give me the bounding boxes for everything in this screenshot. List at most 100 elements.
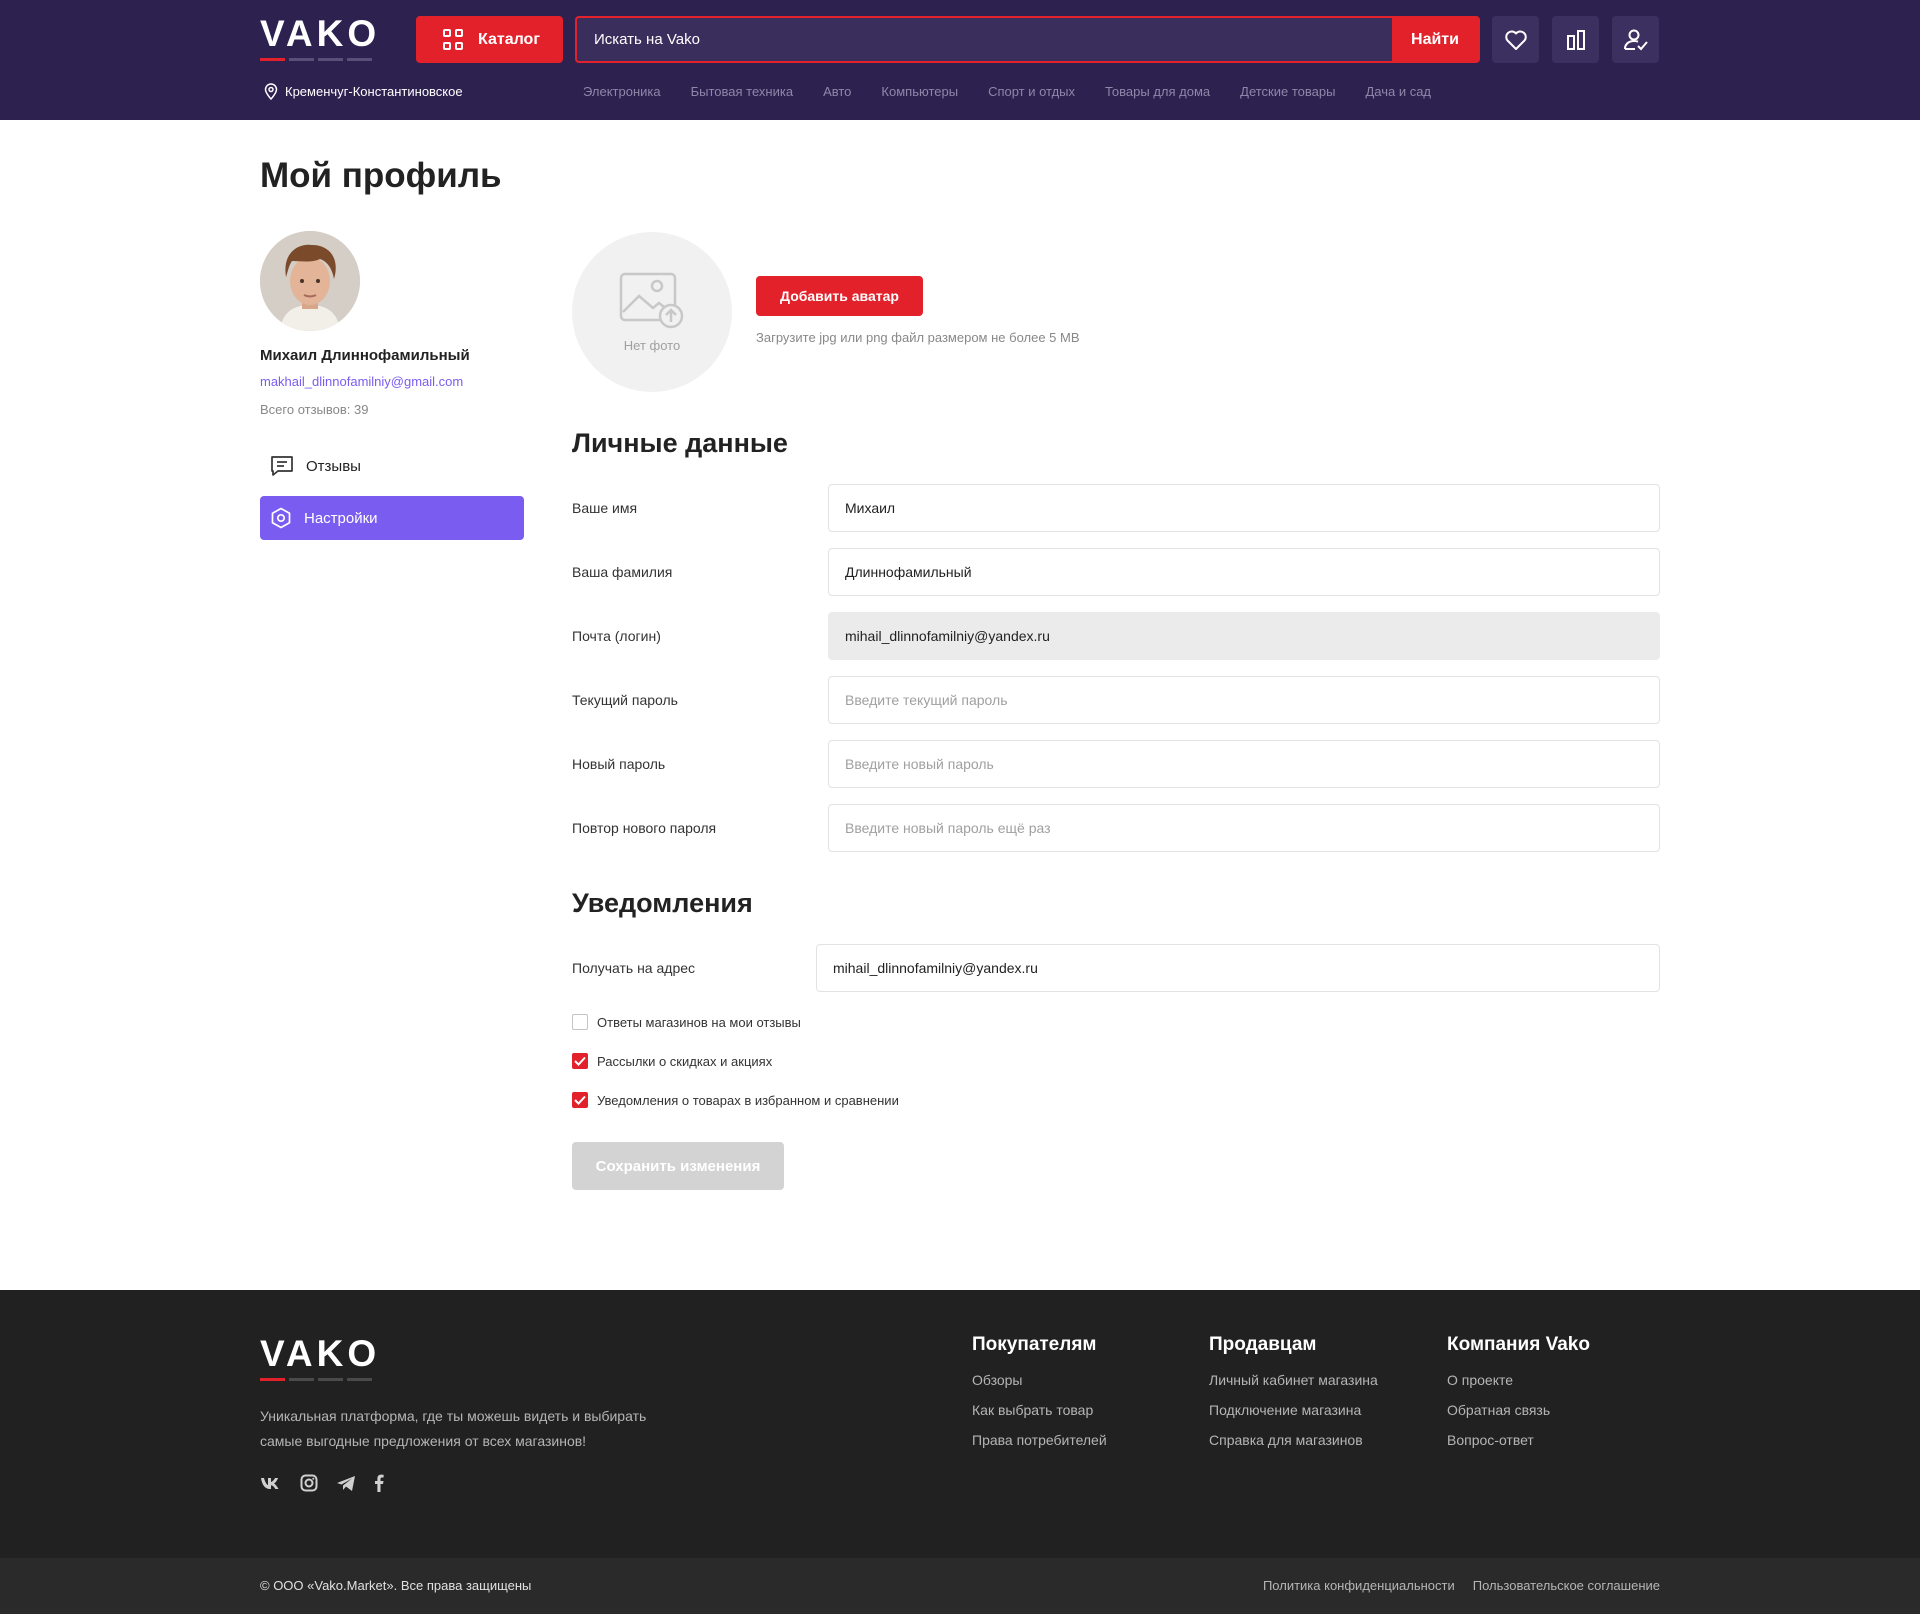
repeat-password-label: Повтор нового пароля: [572, 820, 717, 836]
notifications-title: Уведомления: [572, 888, 753, 918]
instagram-icon[interactable]: [300, 1474, 318, 1492]
email-login-label: Почта (логин): [572, 628, 661, 644]
location-label: Кременчуг-Константиновское: [285, 84, 463, 99]
copyright: © ООО «Vako.Market». Все права защищены: [260, 1578, 532, 1593]
catalog-button[interactable]: Каталог: [416, 16, 563, 63]
category-link[interactable]: Детские товары: [1240, 84, 1335, 99]
current-password-label: Текущий пароль: [572, 692, 678, 708]
header: VAKO Каталог Найти Кременчуг-Константино…: [0, 0, 1920, 120]
compare-icon: [1566, 29, 1585, 50]
category-link[interactable]: Бытовая техника: [691, 84, 793, 99]
vk-icon[interactable]: [260, 1476, 282, 1490]
category-link[interactable]: Спорт и отдых: [988, 84, 1075, 99]
telegram-icon[interactable]: [336, 1475, 356, 1492]
checkbox[interactable]: [572, 1053, 588, 1069]
search-button[interactable]: Найти: [1392, 18, 1478, 61]
repeat-password-field[interactable]: [828, 804, 1660, 852]
search-bar: Найти: [575, 16, 1480, 63]
avatar-placeholder[interactable]: Нет фото: [572, 232, 732, 392]
user-name: Михаил Длиннофамильный: [260, 347, 470, 364]
reviews-count: Всего отзывов: 39: [260, 402, 369, 417]
footer-description: Уникальная платформа, где ты можешь виде…: [260, 1408, 647, 1449]
check-icon: [574, 1095, 586, 1105]
add-avatar-button[interactable]: Добавить аватар: [756, 276, 923, 316]
category-link[interactable]: Авто: [823, 84, 851, 99]
location-pin-icon: [264, 83, 278, 100]
check-icon: [574, 1056, 586, 1066]
notify-option-store-replies[interactable]: Ответы магазинов на мои отзывы: [572, 1014, 801, 1030]
sidebar-item-label: Отзывы: [306, 457, 361, 475]
sidebar-item-label: Настройки: [304, 509, 378, 527]
footer-link[interactable]: Обзоры: [972, 1372, 1107, 1388]
logo-underline: [260, 58, 380, 61]
notify-address-field[interactable]: [816, 944, 1660, 992]
footer-link[interactable]: Справка для магазинов: [1209, 1432, 1378, 1448]
last-name-label: Ваша фамилия: [572, 564, 673, 580]
personal-data-title: Личные данные: [572, 428, 788, 458]
category-nav: Электроника Бытовая техника Авто Компьют…: [583, 84, 1431, 99]
footer-column-title: Покупателям: [972, 1334, 1097, 1355]
checkbox-label: Уведомления о товарах в избранном и срав…: [597, 1092, 899, 1108]
last-name-field[interactable]: [828, 548, 1660, 596]
notify-address-label: Получать на адрес: [572, 960, 696, 976]
user-agreement-link[interactable]: Пользовательское соглашение: [1473, 1578, 1660, 1593]
heart-icon: [1504, 30, 1527, 50]
avatar: [260, 231, 360, 331]
footer-column-company: Компания Vako О проекте Обратная связь В…: [1447, 1334, 1590, 1462]
footer-column-buyers: Покупателям Обзоры Как выбрать товар Пра…: [972, 1334, 1107, 1462]
footer-column-sellers: Продавцам Личный кабинет магазина Подклю…: [1209, 1334, 1378, 1462]
settings-icon: [271, 507, 291, 529]
footer-link[interactable]: Права потребителей: [972, 1432, 1107, 1448]
first-name-field[interactable]: [828, 484, 1660, 532]
category-link[interactable]: Электроника: [583, 84, 661, 99]
new-password-label: Новый пароль: [572, 756, 666, 772]
footer-link[interactable]: О проекте: [1447, 1372, 1590, 1388]
email-login-field: [828, 612, 1660, 660]
first-name-label: Ваше имя: [572, 500, 638, 516]
privacy-policy-link[interactable]: Политика конфиденциальности: [1263, 1578, 1455, 1593]
category-link[interactable]: Компьютеры: [881, 84, 958, 99]
user-check-icon: [1623, 29, 1648, 50]
image-upload-icon: [619, 272, 684, 328]
location-selector[interactable]: Кременчуг-Константиновское: [264, 83, 463, 100]
legal-links: Политика конфиденциальности Пользователь…: [1263, 1578, 1660, 1593]
footer-link[interactable]: Как выбрать товар: [972, 1402, 1107, 1418]
no-photo-label: Нет фото: [623, 337, 681, 353]
catalog-label: Каталог: [478, 30, 540, 48]
new-password-field[interactable]: [828, 740, 1660, 788]
user-email[interactable]: makhail_dlinnofamilniy@gmail.com: [260, 374, 463, 389]
profile-button[interactable]: [1612, 16, 1659, 63]
footer-link[interactable]: Подключение магазина: [1209, 1402, 1378, 1418]
logo-underline: [260, 1378, 380, 1381]
page-title: Мой профиль: [260, 156, 502, 195]
upload-hint: Загрузите jpg или png файл размером не б…: [756, 330, 1080, 345]
sidebar-item-reviews[interactable]: Отзывы: [260, 444, 524, 488]
save-changes-button[interactable]: Сохранить изменения: [572, 1142, 784, 1190]
notify-option-favorites[interactable]: Уведомления о товарах в избранном и срав…: [572, 1092, 899, 1108]
footer-link[interactable]: Обратная связь: [1447, 1402, 1590, 1418]
logo[interactable]: VAKO: [260, 13, 381, 61]
footer-link[interactable]: Вопрос-ответ: [1447, 1432, 1590, 1448]
category-link[interactable]: Дача и сад: [1365, 84, 1431, 99]
footer-column-title: Продавцам: [1209, 1334, 1317, 1355]
checkbox-label: Рассылки о скидках и акциях: [597, 1053, 773, 1069]
category-link[interactable]: Товары для дома: [1105, 84, 1210, 99]
sidebar-item-settings[interactable]: Настройки: [260, 496, 524, 540]
footer-logo[interactable]: VAKO: [260, 1333, 381, 1381]
footer-column-title: Компания Vako: [1447, 1334, 1590, 1355]
footer-link[interactable]: Личный кабинет магазина: [1209, 1372, 1378, 1388]
notify-option-discounts[interactable]: Рассылки о скидках и акциях: [572, 1053, 772, 1069]
footer-logo-text: VAKO: [260, 1333, 381, 1374]
social-links: [260, 1474, 384, 1492]
search-input[interactable]: [577, 18, 1392, 61]
favorites-button[interactable]: [1492, 16, 1539, 63]
checkbox-label: Ответы магазинов на мои отзывы: [597, 1014, 801, 1030]
checkbox[interactable]: [572, 1014, 588, 1030]
compare-button[interactable]: [1552, 16, 1599, 63]
chat-icon: [271, 456, 293, 476]
checkbox[interactable]: [572, 1092, 588, 1108]
current-password-field[interactable]: [828, 676, 1660, 724]
facebook-icon[interactable]: [374, 1474, 384, 1492]
grid-icon: [443, 29, 464, 50]
logo-text: VAKO: [260, 13, 381, 54]
